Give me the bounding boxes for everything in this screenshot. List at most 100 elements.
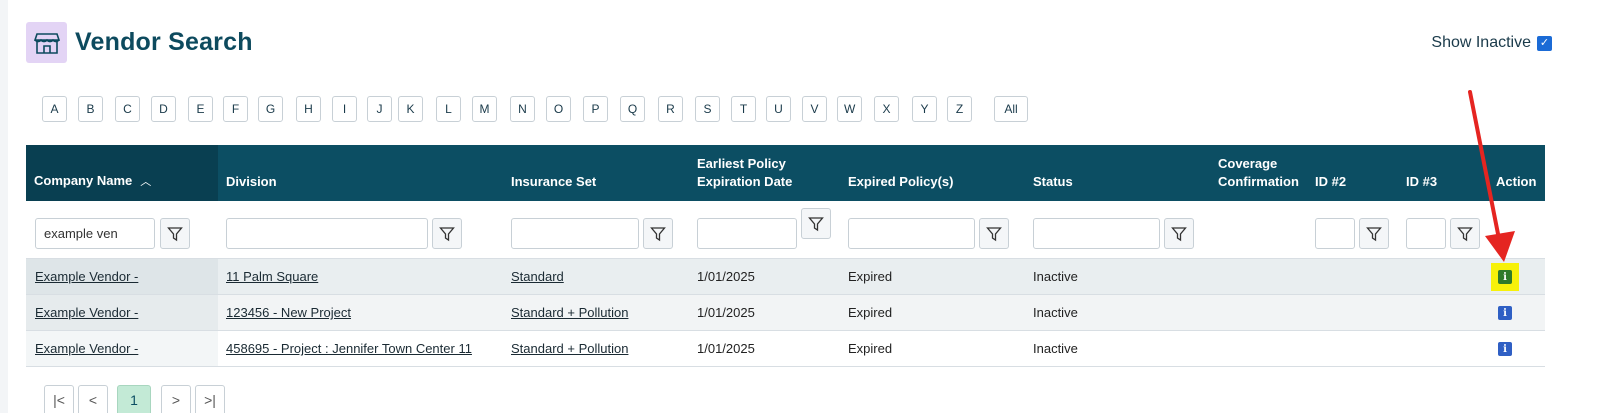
- info-icon[interactable]: i: [1498, 270, 1512, 284]
- alpha-button-c[interactable]: C: [115, 96, 140, 122]
- alpha-button-l[interactable]: L: [436, 96, 461, 122]
- alpha-button-d[interactable]: D: [151, 96, 176, 122]
- pager: |< < 1 > >|: [44, 385, 644, 413]
- status-value: Inactive: [1033, 341, 1078, 356]
- alpha-button-h[interactable]: H: [296, 96, 321, 122]
- division-link[interactable]: 458695 - Project : Jennifer Town Center …: [226, 331, 472, 367]
- status-filter-input[interactable]: [1033, 218, 1160, 249]
- earliest-policy-filter-input[interactable]: [697, 218, 797, 249]
- alpha-button-o[interactable]: O: [546, 96, 571, 122]
- insurance-set-link[interactable]: Standard: [511, 259, 564, 295]
- filter-icon: [1171, 226, 1187, 241]
- filter-icon: [167, 226, 183, 241]
- filter-icon: [986, 226, 1002, 241]
- alpha-button-w[interactable]: W: [837, 96, 863, 122]
- insurance-set-filter-button[interactable]: [643, 218, 673, 249]
- alpha-button-e[interactable]: E: [188, 96, 213, 122]
- alpha-button-m[interactable]: M: [472, 96, 497, 122]
- alpha-button-s[interactable]: S: [695, 96, 720, 122]
- id3-filter-button[interactable]: [1450, 218, 1480, 249]
- col-id2[interactable]: ID #2: [1315, 173, 1346, 191]
- expired-policies: Expired: [848, 341, 893, 356]
- division-filter-button[interactable]: [432, 218, 462, 249]
- alpha-button-g[interactable]: G: [258, 96, 283, 122]
- company-name-filter-button[interactable]: [160, 218, 190, 249]
- insurance-set-filter-input[interactable]: [511, 218, 639, 249]
- info-icon[interactable]: i: [1498, 342, 1512, 356]
- company-name-link[interactable]: Example Vendor -: [35, 295, 138, 331]
- alpha-button-r[interactable]: R: [658, 96, 683, 122]
- alpha-button-y[interactable]: Y: [912, 96, 937, 122]
- expired-policies: Expired: [848, 305, 893, 320]
- filter-icon: [439, 226, 455, 241]
- alpha-button-all[interactable]: All: [994, 96, 1028, 122]
- expired-policies-filter-button[interactable]: [979, 218, 1009, 249]
- insurance-set-link[interactable]: Standard + Pollution: [511, 295, 628, 331]
- col-earliest-policy[interactable]: Earliest Policy Expiration Date: [697, 155, 792, 191]
- division-link[interactable]: 11 Palm Square: [226, 259, 318, 295]
- col-id3[interactable]: ID #3: [1406, 173, 1437, 191]
- status-value: Inactive: [1033, 269, 1078, 284]
- alpha-button-i[interactable]: I: [332, 96, 357, 122]
- col-action: Action: [1496, 174, 1537, 189]
- filter-icon: [1457, 226, 1473, 241]
- next-page-button[interactable]: >: [161, 385, 191, 413]
- first-page-button[interactable]: |<: [44, 385, 74, 413]
- alpha-button-v[interactable]: V: [802, 96, 827, 122]
- filter-row: example ven: [26, 201, 1545, 259]
- alpha-button-t[interactable]: T: [731, 96, 756, 122]
- filter-icon: [650, 226, 666, 241]
- alpha-button-f[interactable]: F: [223, 96, 248, 122]
- col-insurance-set[interactable]: Insurance Set: [511, 173, 596, 191]
- division-link[interactable]: 123456 - New Project: [226, 295, 351, 331]
- filter-icon: [1366, 226, 1382, 241]
- earliest-expiration: 1/01/2025: [697, 269, 755, 284]
- id2-filter-button[interactable]: [1359, 218, 1389, 249]
- show-inactive-toggle[interactable]: Show Inactive ✓: [1431, 34, 1552, 52]
- division-filter-input[interactable]: [226, 218, 428, 249]
- filter-icon: [808, 216, 824, 231]
- grid-header: Company Name ︿ Division Insurance Set Ear…: [26, 145, 1545, 201]
- id2-filter-input[interactable]: [1315, 218, 1355, 249]
- company-name-filter-input[interactable]: example ven: [35, 218, 155, 249]
- expired-policies-filter-input[interactable]: [848, 218, 975, 249]
- vendor-grid: Company Name ︿ Division Insurance Set Ear…: [26, 145, 1545, 367]
- earliest-expiration: 1/01/2025: [697, 341, 755, 356]
- alpha-button-j[interactable]: J: [367, 96, 392, 122]
- prev-page-button[interactable]: <: [78, 385, 108, 413]
- alpha-button-x[interactable]: X: [874, 96, 899, 122]
- col-coverage-confirmation[interactable]: Coverage Confirmation: [1218, 155, 1299, 191]
- page-title: Vendor Search: [75, 28, 253, 56]
- table-row[interactable]: Example Vendor - 11 Palm Square Standard…: [26, 259, 1545, 295]
- last-page-button[interactable]: >|: [195, 385, 225, 413]
- id3-filter-input[interactable]: [1406, 218, 1446, 249]
- col-status[interactable]: Status: [1033, 173, 1073, 191]
- alpha-button-k[interactable]: K: [398, 96, 423, 122]
- alpha-button-q[interactable]: Q: [620, 96, 645, 122]
- insurance-set-link[interactable]: Standard + Pollution: [511, 331, 628, 367]
- alpha-button-b[interactable]: B: [78, 96, 103, 122]
- alpha-button-p[interactable]: P: [583, 96, 608, 122]
- status-filter-button[interactable]: [1164, 218, 1194, 249]
- alpha-button-a[interactable]: A: [42, 96, 67, 122]
- table-row[interactable]: Example Vendor - 458695 - Project : Jenn…: [26, 331, 1545, 367]
- expired-policies: Expired: [848, 269, 893, 284]
- table-row[interactable]: Example Vendor - 123456 - New Project St…: [26, 295, 1545, 331]
- earliest-policy-filter-button[interactable]: [801, 208, 831, 239]
- show-inactive-checkbox[interactable]: ✓: [1537, 35, 1552, 51]
- col-expired-policies[interactable]: Expired Policy(s): [848, 173, 953, 191]
- page-button-current[interactable]: 1: [117, 385, 151, 413]
- info-icon[interactable]: i: [1498, 306, 1512, 320]
- status-value: Inactive: [1033, 305, 1078, 320]
- company-name-link[interactable]: Example Vendor -: [35, 331, 138, 367]
- show-inactive-label: Show Inactive: [1431, 34, 1531, 51]
- alpha-button-u[interactable]: U: [766, 96, 791, 122]
- col-company-name[interactable]: Company Name ︿: [34, 172, 151, 191]
- company-name-link[interactable]: Example Vendor -: [35, 259, 138, 295]
- col-division[interactable]: Division: [226, 173, 277, 191]
- alpha-button-z[interactable]: Z: [947, 96, 972, 122]
- storefront-icon: [26, 22, 67, 63]
- page: Vendor Search Show Inactive ✓ ABCDEFGHIJ…: [8, 0, 1610, 413]
- earliest-expiration: 1/01/2025: [697, 305, 755, 320]
- alpha-button-n[interactable]: N: [510, 96, 535, 122]
